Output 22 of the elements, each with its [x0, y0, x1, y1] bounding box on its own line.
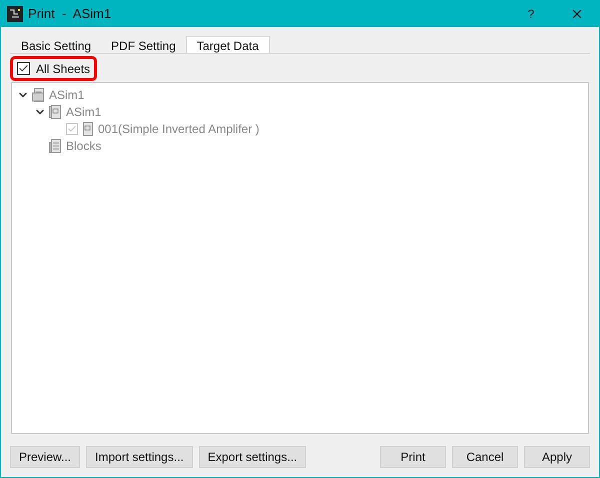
- dialog-button[interactable]: Cancel: [452, 446, 518, 468]
- checkbox-label: All Sheets: [36, 60, 90, 78]
- document-icon: [81, 122, 93, 136]
- tree-item-label[interactable]: 001(Simple Inverted Amplifer ): [98, 120, 260, 138]
- dialog-button[interactable]: Apply: [524, 446, 590, 468]
- tree-item-label[interactable]: ASim1: [49, 86, 84, 104]
- checkbox[interactable]: [17, 62, 30, 75]
- dialog-button[interactable]: Export settings...: [198, 446, 306, 468]
- dialog-button[interactable]: Print: [380, 446, 446, 468]
- tab[interactable]: Target Data: [186, 36, 270, 53]
- tab[interactable]: PDF Setting: [101, 37, 186, 53]
- app-icon: [7, 6, 23, 22]
- help-button[interactable]: ?: [508, 4, 554, 22]
- folder-document-icon: [32, 88, 44, 102]
- dialog-button[interactable]: Preview...: [10, 446, 80, 468]
- tab[interactable]: Basic Setting: [11, 37, 102, 53]
- tree-item-label[interactable]: ASim1: [66, 102, 102, 120]
- tree-item-label[interactable]: Blocks: [66, 136, 102, 154]
- dialog-button[interactable]: Import settings...: [86, 446, 193, 468]
- stacked-pages-icon: [49, 138, 61, 152]
- window-title: Print - ASim1: [28, 4, 112, 23]
- stacked-document-icon: [49, 104, 61, 118]
